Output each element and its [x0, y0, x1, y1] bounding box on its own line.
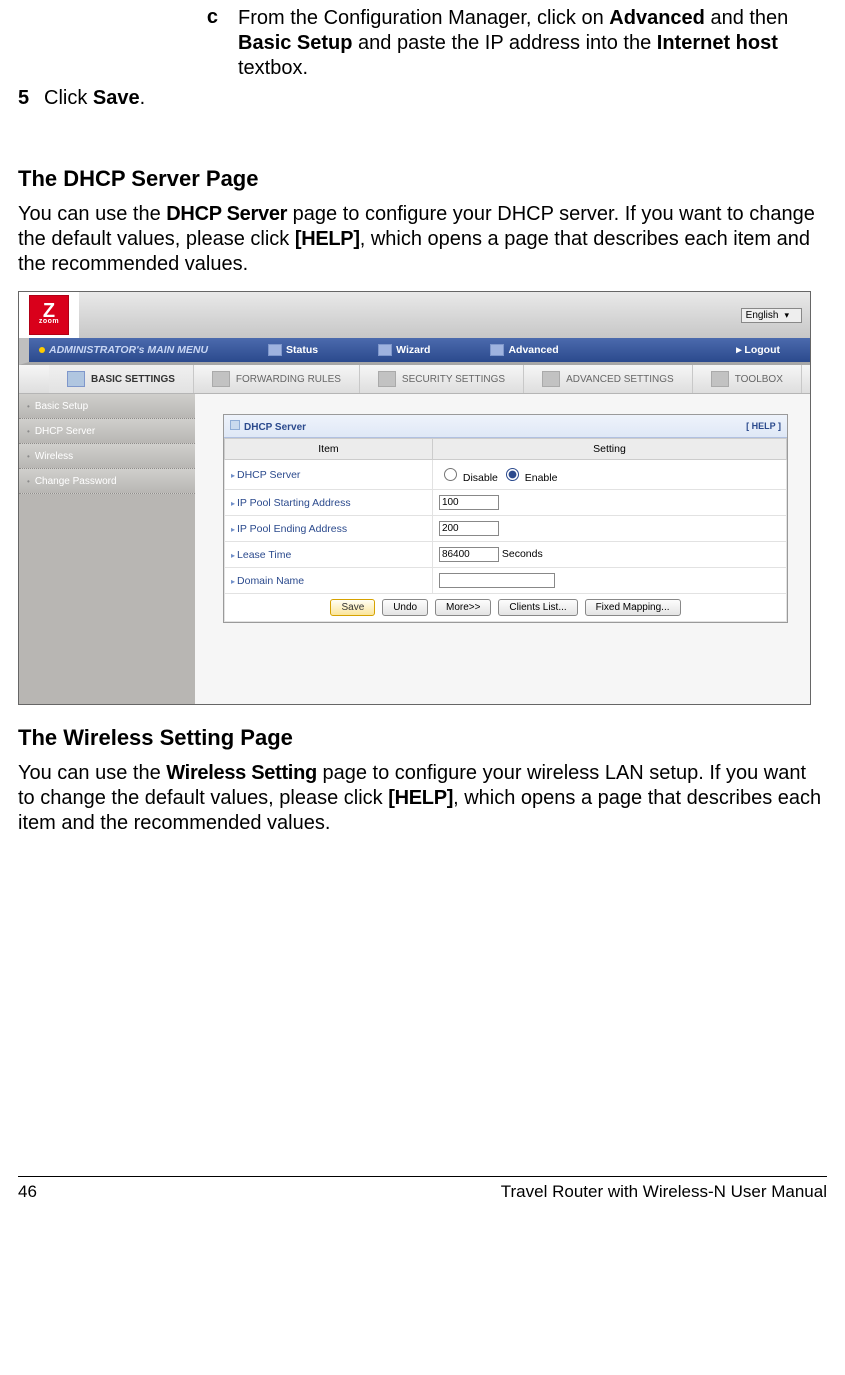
save-button[interactable]: Save [330, 599, 375, 616]
sidebar: •Basic Setup •DHCP Server •Wireless •Cha… [19, 394, 195, 704]
language-dropdown[interactable]: English [741, 308, 802, 323]
sidebar-item-wireless[interactable]: •Wireless [19, 444, 195, 469]
router-admin-screenshot: Zzoom English ADMINISTRATOR's MAIN MENU … [18, 291, 811, 705]
nav-wizard[interactable]: Wizard [348, 344, 460, 356]
dhcp-section-title: The DHCP Server Page [18, 166, 827, 192]
fixed-mapping-button[interactable]: Fixed Mapping... [585, 599, 681, 616]
tab-forwarding-rules[interactable]: FORWARDING RULES [194, 365, 360, 393]
ip-end-input[interactable] [439, 521, 499, 536]
step-c-marker: c [18, 6, 238, 81]
ip-start-input[interactable] [439, 495, 499, 510]
col-setting: Setting [432, 439, 786, 460]
advanced-icon [490, 344, 504, 356]
dhcp-disable-radio[interactable] [444, 468, 457, 481]
nav-status[interactable]: Status [238, 344, 348, 356]
zoom-logo: Zzoom [19, 292, 79, 338]
undo-button[interactable]: Undo [382, 599, 428, 616]
nav-logout[interactable]: ▸ Logout [706, 344, 810, 356]
sidebar-item-basic-setup[interactable]: •Basic Setup [19, 394, 195, 419]
clients-list-button[interactable]: Clients List... [498, 599, 577, 616]
col-item: Item [225, 439, 433, 460]
help-link[interactable]: [ HELP ] [746, 421, 781, 431]
sidebar-item-dhcp-server[interactable]: •DHCP Server [19, 419, 195, 444]
row-domain-label: ▸Domain Name [225, 568, 433, 594]
sidebar-item-change-password[interactable]: •Change Password [19, 469, 195, 494]
tab-advanced-settings[interactable]: ADVANCED SETTINGS [524, 365, 693, 393]
step-5-marker: 5 [18, 87, 34, 110]
row-dhcp-label: ▸DHCP Server [225, 460, 433, 490]
toolbox-icon [711, 371, 729, 387]
dhcp-section-paragraph: You can use the DHCP Server page to conf… [18, 202, 827, 277]
page-number: 46 [18, 1182, 37, 1202]
nav-advanced[interactable]: Advanced [460, 344, 588, 356]
lease-input[interactable] [439, 547, 499, 562]
domain-input[interactable] [439, 573, 555, 588]
row-ip-end-label: ▸IP Pool Ending Address [225, 516, 433, 542]
row-ip-start-label: ▸IP Pool Starting Address [225, 490, 433, 516]
wizard-icon [378, 344, 392, 356]
more-button[interactable]: More>> [435, 599, 491, 616]
status-icon [268, 344, 282, 356]
tab-toolbox[interactable]: TOOLBOX [693, 365, 802, 393]
forwarding-icon [212, 371, 230, 387]
security-icon [378, 371, 396, 387]
basic-settings-icon [67, 371, 85, 387]
tab-basic-settings[interactable]: BASIC SETTINGS [49, 365, 194, 393]
step-5-text: Click Save. [44, 87, 145, 110]
tab-security-settings[interactable]: SECURITY SETTINGS [360, 365, 524, 393]
panel-title: DHCP Server [230, 420, 306, 433]
wireless-section-title: The Wireless Setting Page [18, 725, 827, 751]
advanced-settings-icon [542, 371, 560, 387]
wireless-section-paragraph: You can use the Wireless Setting page to… [18, 761, 827, 836]
dhcp-enable-radio[interactable] [506, 468, 519, 481]
footer-title: Travel Router with Wireless-N User Manua… [501, 1182, 827, 1202]
row-lease-label: ▸Lease Time [225, 542, 433, 568]
step-c-text: From the Configuration Manager, click on… [238, 6, 827, 81]
main-menu-label: ADMINISTRATOR's MAIN MENU [49, 344, 208, 356]
